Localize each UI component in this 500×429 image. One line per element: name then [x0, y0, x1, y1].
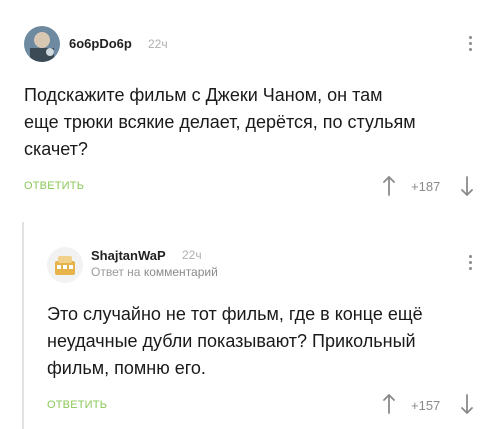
arrow-up-icon[interactable]: [382, 176, 396, 196]
avatar[interactable]: [47, 247, 83, 283]
reply-to-link[interactable]: комментарий: [144, 265, 218, 279]
reply-to-line: Ответ на комментарий: [91, 265, 218, 279]
comment-text-line: Подскажите фильм с Джеки Чаном, он там: [24, 85, 383, 105]
comment-text-line: неудачные дубли показывают? Прикольный: [47, 331, 416, 351]
thread-line: [22, 222, 24, 429]
arrow-down-icon[interactable]: [460, 394, 474, 414]
comment-text-line: еще трюки всякие делает, дерётся, по сту…: [24, 112, 416, 132]
reply-button[interactable]: ОТВЕТИТЬ: [24, 180, 84, 192]
comment-score: +187: [411, 179, 441, 194]
comment-text-line: скачет?: [24, 139, 88, 159]
more-vertical-icon[interactable]: [468, 255, 474, 273]
arrow-up-icon[interactable]: [382, 394, 396, 414]
comment-text-line: фильм, помню его.: [47, 358, 206, 378]
comment-score: +157: [411, 398, 441, 413]
comment-text-line: Это случайно не тот фильм, где в конце е…: [47, 304, 423, 324]
more-vertical-icon[interactable]: [468, 36, 474, 54]
reply-button[interactable]: ОТВЕТИТЬ: [47, 399, 107, 411]
reply-to-prefix: Ответ на: [91, 265, 141, 279]
arrow-down-icon[interactable]: [460, 176, 474, 196]
avatar-image-icon: [24, 26, 60, 62]
comment-time: 22ч: [182, 248, 202, 262]
avatar-image-icon: [47, 247, 83, 283]
author-name[interactable]: ShajtanWaP: [91, 248, 166, 263]
avatar[interactable]: [24, 26, 60, 62]
comment-time: 22ч: [148, 37, 168, 51]
comment-text: Это случайно не тот фильм, где в конце е…: [47, 301, 487, 382]
comment-text: Подскажите фильм с Джеки Чаном, он там е…: [24, 82, 484, 163]
author-name[interactable]: 6o6pDo6p: [69, 36, 132, 51]
